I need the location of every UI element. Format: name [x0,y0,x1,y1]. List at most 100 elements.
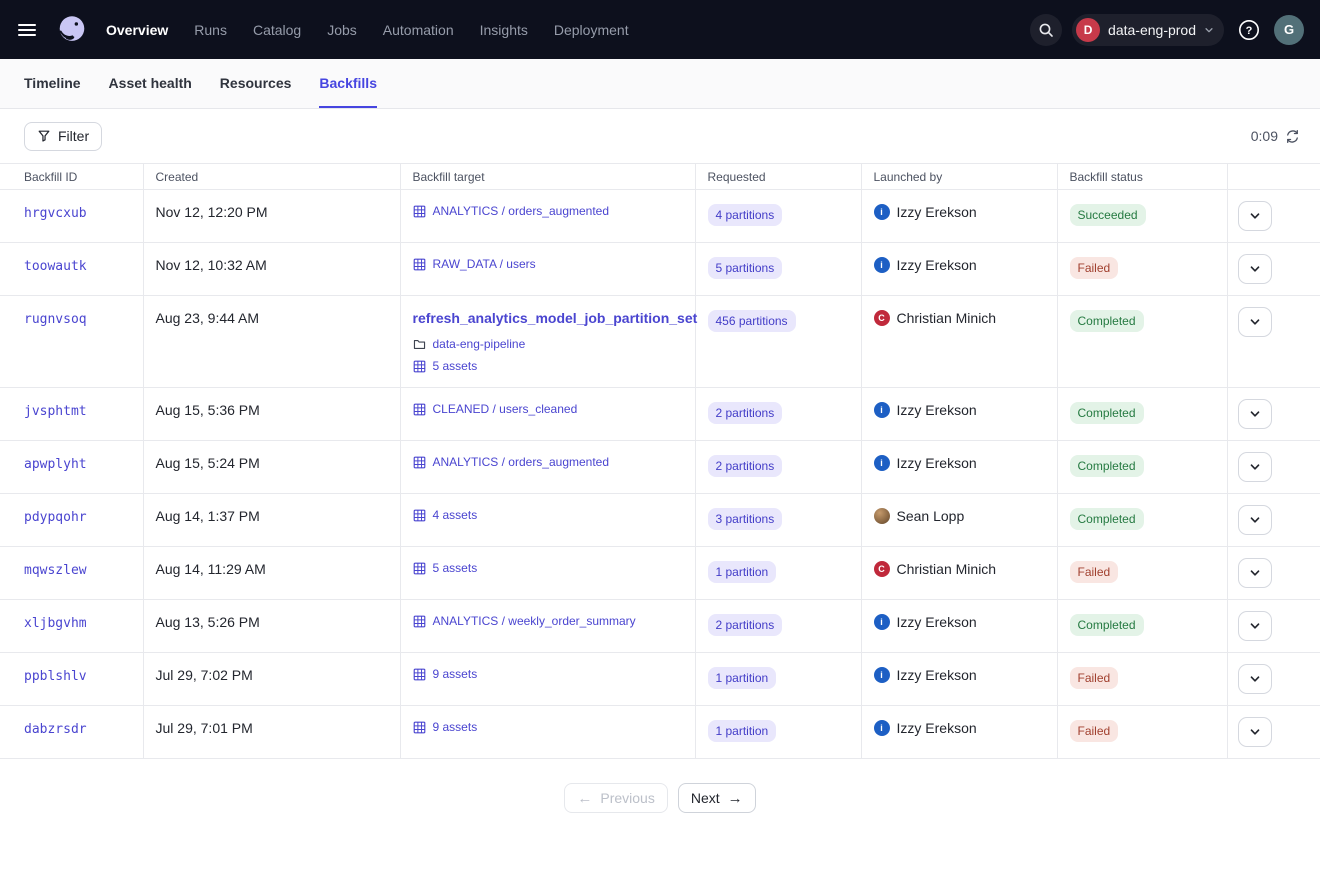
help-button[interactable]: ? [1234,15,1264,45]
tabbar: Timeline Asset health Resources Backfills [0,59,1320,109]
user-avatar[interactable]: G [1274,15,1304,45]
search-icon [1038,22,1054,38]
backfill-status-cell: Completed [1057,388,1227,441]
backfill-id-link[interactable]: xljbgvhm [24,616,87,631]
asset-target-link[interactable]: ANALYTICS / weekly_order_summary [433,614,636,628]
status-badge: Completed [1070,402,1144,424]
backfill-target-cell: 9 assets [400,706,695,759]
launched-by-cell: CChristian Minich [861,296,1057,388]
nav-item-jobs[interactable]: Jobs [327,22,357,38]
column-header-backfill-id: Backfill ID [0,164,143,190]
backfill-id-link[interactable]: pdypqohr [24,510,87,525]
chevron-down-icon [1249,210,1261,222]
tab-resources[interactable]: Resources [220,59,292,108]
backfill-id-link[interactable]: dabzrsdr [24,722,87,737]
nav-item-catalog[interactable]: Catalog [253,22,301,38]
backfill-target-cell: 5 assets [400,547,695,600]
previous-page-button[interactable]: ← Previous [564,783,667,813]
asset-target-link[interactable]: CLEANED / users_cleaned [433,402,578,416]
column-header-created: Created [143,164,400,190]
launched-by-cell: iIzzy Erekson [861,388,1057,441]
asset-target-link[interactable]: ANALYTICS / orders_augmented [433,455,610,469]
row-expand-button[interactable] [1238,611,1272,641]
row-expand-button[interactable] [1238,307,1272,337]
nav-item-deployment[interactable]: Deployment [554,22,629,38]
created-timestamp: Nov 12, 10:32 AM [156,257,267,273]
nav-item-automation[interactable]: Automation [383,22,454,38]
user: iIzzy Erekson [874,402,1045,418]
table-icon [413,360,426,373]
status-badge: Succeeded [1070,204,1146,226]
job-target-link[interactable]: refresh_analytics_model_job_partition_se… [413,310,698,326]
backfill-id-link[interactable]: hrgvcxub [24,206,87,221]
asset-target-line: ANALYTICS / weekly_order_summary [413,614,683,628]
backfill-id-link[interactable]: mqwszlew [24,563,87,578]
asset-target-link[interactable]: ANALYTICS / orders_augmented [433,204,610,218]
nav-item-overview[interactable]: Overview [106,22,168,38]
pipeline-link[interactable]: data-eng-pipeline [433,337,526,351]
backfill-id-link[interactable]: ppblshlv [24,669,87,684]
user-name: Izzy Erekson [897,667,977,683]
backfill-id-link[interactable]: rugnvsoq [24,312,87,327]
user: iIzzy Erekson [874,720,1045,736]
asset-target-link[interactable]: 5 assets [433,561,478,575]
hamburger-menu-button[interactable] [18,17,44,43]
launched-by-cell: iIzzy Erekson [861,441,1057,494]
row-expand-button[interactable] [1238,717,1272,747]
assets-link[interactable]: 5 assets [433,359,478,373]
backfill-id-cell: pdypqohr [0,494,143,547]
created-timestamp: Aug 13, 5:26 PM [156,614,260,630]
asset-target-link[interactable]: 9 assets [433,667,478,681]
search-button[interactable] [1030,14,1062,46]
refresh-button[interactable] [1285,129,1300,144]
column-header-launched-by: Launched by [861,164,1057,190]
backfill-status-cell: Failed [1057,547,1227,600]
asset-target-line: 9 assets [413,667,683,681]
nav-item-insights[interactable]: Insights [480,22,528,38]
created-cell: Aug 14, 11:29 AM [143,547,400,600]
actions-cell [1227,243,1320,296]
filter-button[interactable]: Filter [24,122,102,151]
asset-target-link[interactable]: 9 assets [433,720,478,734]
launched-by-cell: iIzzy Erekson [861,706,1057,759]
row-expand-button[interactable] [1238,399,1272,429]
row-expand-button[interactable] [1238,254,1272,284]
backfill-id-link[interactable]: apwplyht [24,457,87,472]
asset-target-link[interactable]: RAW_DATA / users [433,257,536,271]
table-icon [413,562,426,575]
tab-backfills[interactable]: Backfills [319,59,377,108]
requested-partitions-badge: 4 partitions [708,204,783,226]
requested-partitions-badge: 3 partitions [708,508,783,530]
row-expand-button[interactable] [1238,558,1272,588]
asset-target-line: ANALYTICS / orders_augmented [413,204,683,218]
launched-by-cell: iIzzy Erekson [861,600,1057,653]
nav-item-runs[interactable]: Runs [194,22,227,38]
deployment-switcher[interactable]: D data-eng-prod [1072,14,1224,46]
backfill-status-cell: Completed [1057,441,1227,494]
user-name: Izzy Erekson [897,257,977,273]
table-row: rugnvsoqAug 23, 9:44 AMrefresh_analytics… [0,296,1320,388]
row-expand-button[interactable] [1238,505,1272,535]
row-expand-button[interactable] [1238,452,1272,482]
chevron-down-icon [1249,461,1261,473]
refresh-countdown: 0:09 [1251,128,1278,144]
refresh-icon [1285,129,1300,144]
backfill-id-link[interactable]: jvsphtmt [24,404,87,419]
row-expand-button[interactable] [1238,664,1272,694]
tab-asset-health[interactable]: Asset health [109,59,192,108]
asset-target-line: 9 assets [413,720,683,734]
backfill-id-link[interactable]: toowautk [24,259,87,274]
table-row: xljbgvhm Aug 13, 5:26 PM ANALYTICS / weekl… [0,600,1320,653]
created-timestamp: Aug 14, 11:29 AM [156,561,266,577]
tab-timeline[interactable]: Timeline [24,59,81,108]
requested-cell: 2 partitions [695,600,861,653]
status-badge: Failed [1070,667,1119,689]
row-expand-button[interactable] [1238,201,1272,231]
asset-target-link[interactable]: 4 assets [433,508,478,522]
next-page-button[interactable]: Next → [678,783,756,813]
previous-page-label: Previous [600,790,654,806]
backfill-id-cell: ppblshlv [0,653,143,706]
table-icon [413,403,426,416]
user: iIzzy Erekson [874,614,1045,630]
backfill-status-cell: Succeeded [1057,190,1227,243]
